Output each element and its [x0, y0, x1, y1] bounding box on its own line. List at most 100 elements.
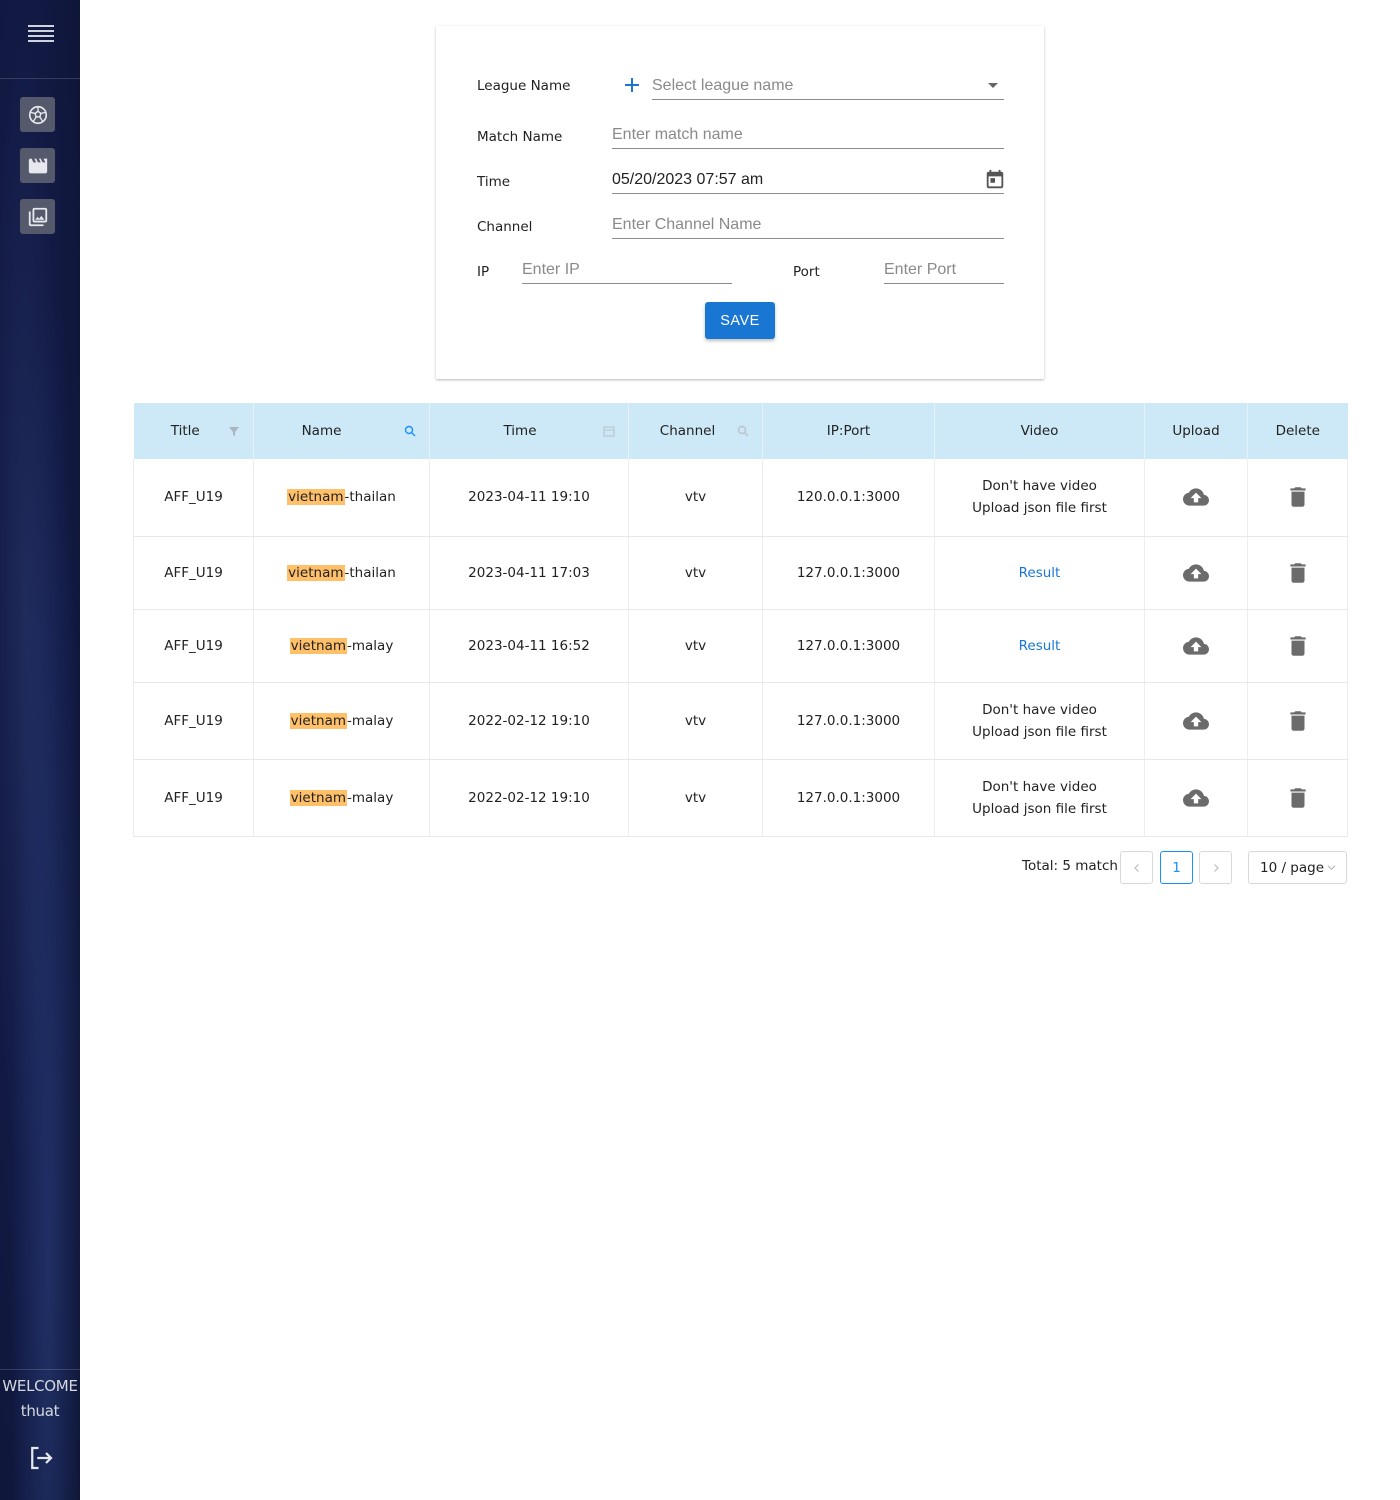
match-name-field[interactable]	[612, 121, 1004, 149]
chevron-down-icon	[1327, 865, 1336, 871]
upload-cell	[1144, 459, 1248, 537]
title-cell: AFF_U19	[133, 682, 254, 760]
ip-field[interactable]	[522, 256, 732, 284]
nav-item-matches[interactable]	[20, 97, 55, 132]
match-name-input[interactable]	[612, 121, 1004, 148]
prev-page-button[interactable]	[1120, 851, 1153, 884]
search-icon[interactable]	[403, 424, 417, 438]
channel-cell: vtv	[628, 609, 763, 683]
next-page-button[interactable]	[1199, 851, 1232, 884]
trash-icon[interactable]	[1285, 785, 1311, 811]
nav-item-gallery[interactable]	[20, 199, 55, 234]
port-label: Port	[793, 264, 820, 280]
delete-button[interactable]	[1285, 562, 1311, 583]
col-header-label: Channel	[659, 423, 716, 439]
upload-cell	[1144, 759, 1248, 837]
save-button[interactable]: SAVE	[705, 302, 775, 339]
upload-button[interactable]	[1183, 711, 1209, 730]
cloud-upload-icon[interactable]	[1183, 633, 1209, 659]
time-input[interactable]	[612, 166, 1004, 193]
time-cell: 2023-04-11 16:52	[429, 609, 629, 683]
video-status: Don't have video	[982, 478, 1097, 495]
upload-button[interactable]	[1183, 488, 1209, 506]
channel-field[interactable]	[612, 211, 1004, 239]
cloud-upload-icon[interactable]	[1183, 785, 1209, 811]
col-header-channel: Channel	[628, 403, 763, 459]
ip-input[interactable]	[522, 256, 732, 283]
title-cell: AFF_U19	[133, 759, 254, 837]
video-cell: Don't have video Upload json file first	[934, 459, 1145, 537]
name-rest: -malay	[347, 789, 394, 806]
search-icon[interactable]	[736, 424, 750, 438]
port-input[interactable]	[884, 256, 1004, 283]
title-cell: AFF_U19	[133, 536, 254, 610]
video-cell: Don't have video Upload json file first	[934, 682, 1145, 760]
table-row: AFF_U19 vietnam-malay 2022-02-12 19:10 vtv 1…	[133, 759, 1348, 837]
delete-button[interactable]	[1285, 635, 1311, 656]
table-header-row: Title Name Time Channel IP:Port Video Up…	[133, 403, 1348, 459]
ipport-cell: 127.0.0.1:3000	[762, 609, 935, 683]
channel-cell: vtv	[628, 682, 763, 760]
league-select[interactable]	[652, 72, 1004, 100]
channel-input[interactable]	[612, 211, 1004, 238]
page-size-select[interactable]: 10 / page	[1248, 851, 1347, 884]
delete-button[interactable]	[1285, 710, 1311, 731]
table-row: AFF_U19 vietnam-malay 2023-04-11 16:52 vtv 1…	[133, 609, 1348, 683]
cloud-upload-icon[interactable]	[1183, 708, 1209, 734]
name-highlight: vietnam	[287, 564, 345, 581]
trash-icon[interactable]	[1285, 484, 1311, 510]
col-header-name: Name	[253, 403, 430, 459]
match-label: Match Name	[477, 129, 563, 145]
matches-table: Title Name Time Channel IP:Port Video Up…	[133, 403, 1348, 837]
upload-button[interactable]	[1183, 563, 1209, 582]
time-field[interactable]	[612, 166, 1004, 194]
page-size-value: 10 / page	[1260, 860, 1325, 876]
result-link[interactable]: Result	[1019, 638, 1061, 654]
sidebar-divider	[0, 78, 80, 79]
chevron-left-icon	[1133, 863, 1139, 872]
time-cell: 2023-04-11 17:03	[429, 536, 629, 610]
welcome-label: WELCOME	[2, 1377, 78, 1395]
upload-cell	[1144, 682, 1248, 760]
trash-icon[interactable]	[1285, 708, 1311, 734]
channel-label: Channel	[477, 219, 533, 235]
league-select-input[interactable]	[652, 72, 1004, 99]
col-header-title: Title	[133, 403, 254, 459]
trash-icon[interactable]	[1285, 633, 1311, 659]
upload-button[interactable]	[1183, 788, 1209, 807]
delete-button[interactable]	[1285, 787, 1311, 808]
col-header-label: Name	[301, 423, 342, 439]
delete-button[interactable]	[1285, 487, 1311, 507]
ipport-cell: 127.0.0.1:3000	[762, 759, 935, 837]
name-rest: -thailan	[344, 564, 396, 581]
title-cell: AFF_U19	[133, 459, 254, 537]
trash-icon[interactable]	[1285, 560, 1311, 586]
filter-icon[interactable]	[227, 424, 241, 438]
menu-icon[interactable]	[22, 22, 60, 52]
col-header-delete: Delete	[1247, 403, 1348, 459]
chevron-down-icon[interactable]	[988, 83, 998, 88]
logout-button[interactable]	[26, 1443, 56, 1473]
calendar-icon[interactable]	[984, 169, 1006, 191]
port-field[interactable]	[884, 256, 1004, 284]
cloud-upload-icon[interactable]	[1183, 484, 1209, 510]
name-cell: vietnam-thailan	[253, 536, 430, 610]
upload-button[interactable]	[1183, 636, 1209, 655]
ipport-cell: 120.0.0.1:3000	[762, 459, 935, 537]
name-cell: vietnam-malay	[253, 682, 430, 760]
nav-item-videos[interactable]	[20, 148, 55, 183]
page-button-current[interactable]: 1	[1160, 851, 1193, 884]
movie-clapper-icon	[28, 158, 47, 173]
calendar-icon[interactable]	[602, 424, 616, 438]
result-link[interactable]: Result	[1019, 565, 1061, 581]
table-row: AFF_U19 vietnam-malay 2022-02-12 19:10 vtv 1…	[133, 682, 1348, 760]
add-league-button[interactable]	[621, 74, 643, 96]
col-header-time: Time	[429, 403, 629, 459]
delete-cell	[1247, 609, 1348, 683]
title-cell: AFF_U19	[133, 609, 254, 683]
name-highlight: vietnam	[289, 712, 347, 729]
cloud-upload-icon[interactable]	[1183, 560, 1209, 586]
sidebar: WELCOME thuat	[0, 0, 80, 1500]
video-status: Don't have video	[982, 778, 1097, 795]
chevron-right-icon	[1213, 863, 1219, 872]
